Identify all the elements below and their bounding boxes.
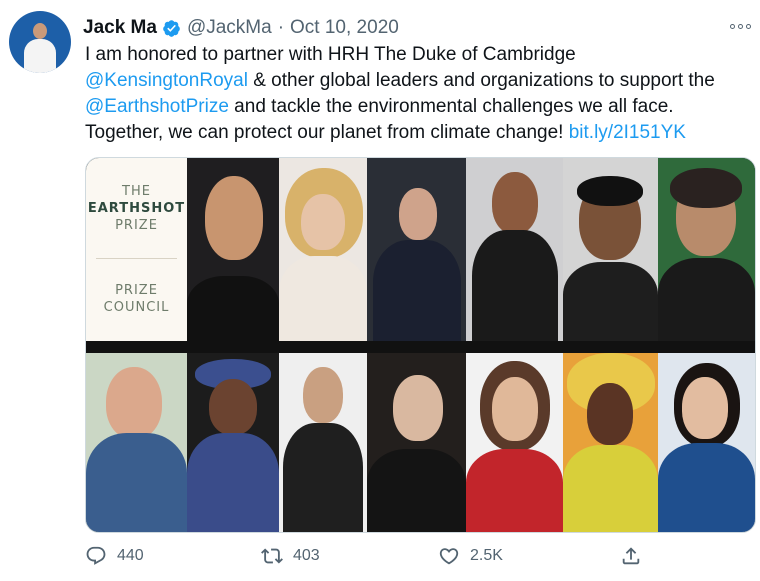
portrait-tile bbox=[279, 353, 367, 532]
share-button[interactable] bbox=[620, 545, 652, 567]
retweet-icon bbox=[261, 548, 283, 564]
tweet-line-1: I am honored to partner with HRH The Duk… bbox=[85, 44, 576, 65]
like-count: 2.5K bbox=[470, 547, 503, 564]
portrait-tile bbox=[367, 353, 466, 532]
portrait-tile bbox=[466, 353, 563, 532]
mention-kensington-link[interactable]: @KensingtonRoyal bbox=[85, 70, 248, 91]
reply-count: 440 bbox=[117, 547, 144, 564]
bitly-link[interactable]: bit.ly/2I151YK bbox=[569, 122, 686, 143]
author-handle[interactable]: @JackMa bbox=[187, 17, 272, 39]
reply-button[interactable]: 440 bbox=[85, 545, 144, 567]
tweet-text-segment: Together, we can protect our planet from… bbox=[85, 122, 569, 143]
tweet-text: I am honored to partner with HRH The Duk… bbox=[85, 42, 755, 146]
portrait-tile bbox=[658, 158, 755, 341]
portrait-tile bbox=[563, 158, 658, 341]
share-icon bbox=[622, 547, 640, 565]
portrait-tile bbox=[279, 158, 367, 341]
retweet-button[interactable]: 403 bbox=[261, 545, 320, 567]
portrait-tile bbox=[187, 353, 279, 532]
tweet-line-3: @EarthshotPrize and tackle the environme… bbox=[85, 94, 755, 120]
council-line-council: COUNCIL bbox=[103, 300, 170, 315]
portrait-tile bbox=[86, 353, 187, 532]
earthshot-divider bbox=[96, 258, 177, 259]
portrait-tile bbox=[367, 158, 466, 341]
author-name[interactable]: Jack Ma bbox=[83, 17, 157, 39]
mention-earthshot-link[interactable]: @EarthshotPrize bbox=[85, 96, 229, 117]
portrait-tile bbox=[658, 353, 755, 532]
avatar-head bbox=[33, 23, 47, 39]
earthshot-line-prize: PRIZE bbox=[115, 217, 158, 233]
tweet-date[interactable]: Oct 10, 2020 bbox=[290, 17, 399, 39]
avatar[interactable] bbox=[9, 11, 71, 73]
separator-dot: · bbox=[277, 17, 285, 38]
portrait-tile bbox=[563, 353, 658, 532]
reply-icon bbox=[86, 546, 106, 565]
portrait-tile bbox=[187, 158, 279, 341]
earthshot-logo-tile: THE EARTHSHOT PRIZE PRIZE COUNCIL bbox=[86, 158, 187, 341]
tweet-media-image[interactable]: THE EARTHSHOT PRIZE PRIZE COUNCIL bbox=[85, 157, 756, 533]
tweet-line-4: Together, we can protect our planet from… bbox=[85, 120, 755, 146]
earthshot-line-the: THE bbox=[122, 183, 151, 199]
verified-badge-icon bbox=[163, 19, 180, 37]
tweet-text-segment: and tackle the environmental challenges … bbox=[228, 96, 674, 117]
earthshot-line-name: EARTHSHOT bbox=[87, 200, 186, 216]
council-line-prize: PRIZE bbox=[115, 283, 158, 298]
retweet-count: 403 bbox=[293, 547, 320, 564]
tweet-header: Jack Ma @JackMa · Oct 10, 2020 bbox=[83, 16, 399, 40]
more-icon[interactable] bbox=[730, 18, 754, 34]
like-button[interactable]: 2.5K bbox=[438, 545, 503, 567]
tweet-text-segment: & other global leaders and organizations… bbox=[247, 70, 715, 91]
tweet-line-2: @KensingtonRoyal & other global leaders … bbox=[85, 68, 755, 94]
like-icon bbox=[439, 548, 459, 565]
tweet-actions: 440 403 2.5K bbox=[85, 545, 655, 575]
avatar-body bbox=[24, 39, 56, 73]
portrait-tile bbox=[466, 158, 563, 341]
